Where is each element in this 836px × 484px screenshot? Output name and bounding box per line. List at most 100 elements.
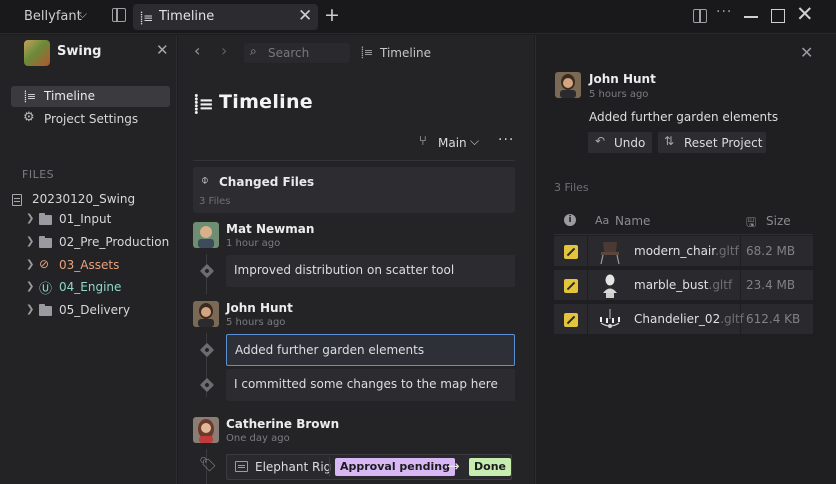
files-heading: FILES: [22, 168, 55, 181]
avatar[interactable]: [193, 222, 219, 248]
avatar[interactable]: [193, 301, 219, 327]
bust-thumbnail: [603, 274, 617, 298]
chevron-right-icon[interactable]: ❯: [26, 281, 34, 292]
close-icon[interactable]: ✕: [156, 41, 169, 59]
forward-arrow-icon[interactable]: ›: [221, 41, 227, 60]
timeline-icon: ⸽≡: [24, 90, 37, 103]
sidebar: Swing ✕ ⸽≡ Timeline ⚙ Project Settings F…: [0, 35, 177, 484]
task-label: Elephant Rig: [255, 460, 332, 474]
document-icon: [12, 194, 22, 206]
close-window-icon[interactable]: ✕: [796, 2, 814, 26]
divider: [193, 160, 515, 161]
chevron-down-icon[interactable]: ⌵: [78, 7, 87, 22]
workspace-name[interactable]: Bellyfant: [24, 9, 82, 24]
edit-icon[interactable]: [564, 313, 578, 327]
save-icon: 🖫: [746, 215, 757, 229]
close-icon[interactable]: ✕: [298, 6, 312, 26]
unreal-engine-icon: Ⓤ: [39, 282, 53, 297]
status-badge-pending: Approval pending: [335, 458, 455, 476]
search-icon: ⌕: [250, 44, 257, 58]
sidebar-item-project-settings[interactable]: ⚙ Project Settings: [11, 109, 170, 130]
table-header: i Aa Name 🖫 Size: [554, 207, 813, 235]
folder-icon: [39, 213, 52, 225]
table-row[interactable]: Chandelier_02.gltf 612.4 KB: [554, 304, 813, 336]
undo-icon: ↶: [595, 134, 606, 148]
commit-message: I committed some changes to the map here: [234, 377, 498, 391]
changed-files-count: 3 Files: [199, 196, 231, 207]
timestamp: 1 hour ago: [226, 238, 281, 249]
chair-thumbnail: [600, 242, 620, 265]
chevron-right-icon[interactable]: ❯: [26, 259, 34, 270]
close-icon[interactable]: ✕: [800, 43, 813, 62]
back-arrow-icon[interactable]: ‹: [194, 41, 200, 60]
timestamp: 5 hours ago: [226, 317, 286, 328]
info-icon: i: [564, 214, 576, 226]
task-status-item[interactable]: Elephant Rig Approval pending → Done: [226, 454, 512, 480]
commit-icon: [199, 377, 215, 393]
undo-button[interactable]: ↶ Undo: [588, 132, 652, 153]
avatar: [555, 72, 581, 98]
sidebar-toggle-icon[interactable]: [112, 8, 126, 22]
arrow-right-icon: →: [447, 457, 460, 475]
page-title: Timeline: [219, 91, 313, 113]
timestamp: 5 hours ago: [589, 89, 649, 100]
edit-icon[interactable]: [564, 245, 578, 259]
chevron-right-icon[interactable]: ❯: [26, 213, 34, 224]
tree-folder-04-engine[interactable]: ❯ Ⓤ 04_Engine: [26, 278, 174, 298]
file-size: 68.2 MB: [746, 244, 796, 258]
split-view-icon[interactable]: [693, 9, 707, 23]
tab-timeline[interactable]: ⸽≡ Timeline ✕: [133, 4, 318, 30]
changed-files-card[interactable]: ⌽ Changed Files 3 Files: [193, 167, 515, 213]
folder-label: 02_Pre_Production: [59, 235, 170, 249]
tree-folder-05-delivery[interactable]: ❯ 05_Delivery: [26, 301, 174, 321]
commit-item-selected[interactable]: Added further garden elements: [226, 334, 515, 366]
reset-icon: ⇅: [664, 134, 675, 148]
branch-selector[interactable]: ⑂ Main ⌵: [419, 134, 485, 152]
file-name: marble_bust.gltf: [634, 278, 733, 292]
column-header-name[interactable]: Name: [615, 214, 650, 228]
commit-icon: ⌽: [201, 173, 209, 188]
commit-item[interactable]: I committed some changes to the map here: [226, 369, 515, 401]
folder-icon: [39, 236, 52, 248]
tree-folder-02-pre-production[interactable]: ❯ 02_Pre_Production: [26, 233, 174, 253]
file-size: 23.4 MB: [746, 278, 796, 292]
minimize-icon[interactable]: [744, 16, 758, 18]
file-name: Chandelier_02.gltf: [634, 312, 744, 326]
commit-detail-panel: ✕ John Hunt 5 hours ago Added further ga…: [535, 35, 836, 484]
chevron-right-icon[interactable]: ❯: [26, 304, 34, 315]
maximize-icon[interactable]: [771, 9, 785, 23]
edit-icon[interactable]: [564, 279, 578, 293]
add-tab-icon[interactable]: +: [324, 4, 340, 26]
commit-message: Added further garden elements: [235, 343, 425, 357]
commit-item[interactable]: Improved distribution on scatter tool: [226, 255, 515, 287]
files-count: 3 Files: [554, 181, 589, 194]
timeline-icon: ⸽≡: [194, 94, 214, 115]
gear-icon: ⚙: [23, 110, 35, 125]
commit-message: Improved distribution on scatter tool: [234, 263, 455, 277]
reset-project-button[interactable]: ⇅ Reset Project: [658, 132, 766, 153]
more-icon[interactable]: ···: [716, 4, 732, 20]
commit-icon: [199, 263, 215, 279]
folder-label: 04_Engine: [59, 280, 122, 294]
timeline-icon: ⸽≡: [140, 11, 154, 25]
text-type-icon: Aa: [595, 214, 610, 227]
sidebar-item-label: Project Settings: [44, 112, 139, 126]
avatar[interactable]: [193, 417, 219, 443]
search-input[interactable]: ⌕ Search: [244, 43, 350, 63]
title-bar: Bellyfant ⌵ ⸽≡ Timeline ✕ + ··· ✕: [0, 0, 836, 34]
tree-root-label: 20230120_Swing: [32, 192, 136, 206]
chevron-right-icon[interactable]: ❯: [26, 236, 34, 247]
tree-folder-01-input[interactable]: ❯ 01_Input: [26, 210, 174, 230]
column-header-size[interactable]: Size: [766, 214, 791, 228]
table-row[interactable]: marble_bust.gltf 23.4 MB: [554, 270, 813, 302]
sidebar-item-timeline[interactable]: ⸽≡ Timeline: [11, 86, 170, 107]
table-row[interactable]: modern_chair.gltf 68.2 MB: [554, 236, 813, 268]
tab-label: Timeline: [159, 9, 215, 24]
branch-label: Main: [438, 136, 467, 150]
tree-folder-03-assets[interactable]: ❯ ⊘ 03_Assets: [26, 256, 174, 276]
more-icon[interactable]: ···: [498, 132, 514, 148]
author-name: Catherine Brown: [226, 417, 340, 431]
tree-root[interactable]: 20230120_Swing: [12, 190, 172, 210]
chandelier-thumbnail: [600, 309, 620, 328]
breadcrumb: Timeline: [380, 46, 432, 60]
